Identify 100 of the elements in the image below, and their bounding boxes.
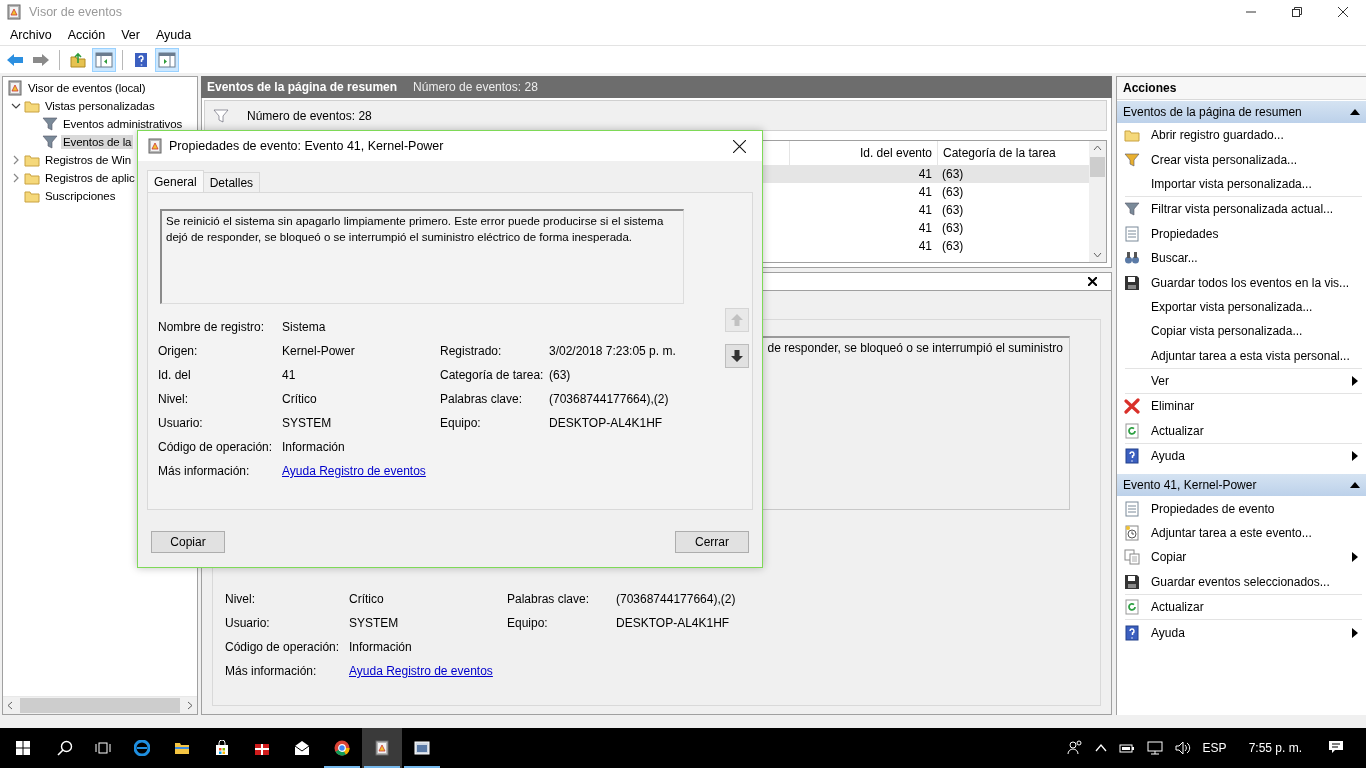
action-item[interactable]: Copiar [1117,545,1366,570]
table-cell-text: (63) [941,185,965,199]
field-label: Origen: [158,344,199,358]
folder-icon [24,170,40,186]
menu-item[interactable]: Ayuda [150,25,198,44]
action-item[interactable]: Propiedades de evento [1117,496,1366,521]
language-indicator[interactable]: ESP [1202,741,1227,755]
properties-icon [1124,225,1140,242]
tree-item[interactable]: Vistas personalizadas [3,97,157,115]
section-header[interactable]: Evento 41, Kernel-Power [1117,474,1366,497]
refresh-icon [1124,599,1140,616]
field-value: Sistema [282,320,327,334]
task-view-icon[interactable] [95,740,111,756]
search-icon[interactable] [57,740,73,756]
task-clock-icon [1124,525,1140,542]
field-value: DESKTOP-AL4K1HF [616,616,731,630]
close-icon[interactable] [1088,277,1097,286]
field-value: (70368744177664),(2) [549,392,670,406]
menu-item[interactable]: Acción [61,25,112,44]
next-event-button[interactable] [725,344,749,368]
window-app-icon[interactable] [414,740,430,756]
tab[interactable]: Detalles [202,172,261,192]
action-item[interactable]: Adjuntar tarea a este evento... [1117,520,1366,546]
close-icon[interactable] [1338,7,1348,17]
table-cell-text: (63) [941,167,965,181]
action-item[interactable]: Abrir registro guardado... [1117,123,1366,148]
menu-item[interactable]: Archivo [4,25,58,44]
browser-icon[interactable] [134,740,150,756]
pane-icon [95,51,113,68]
windows-start-icon[interactable] [15,740,31,756]
copy-button[interactable]: Copiar [151,531,225,553]
action-item[interactable]: Exportar vista personalizada... [1117,294,1366,320]
chrome-icon[interactable] [334,740,350,756]
submenu-arrow-icon [1352,627,1358,638]
action-item[interactable]: Actualizar [1117,418,1366,444]
action-item[interactable]: Guardar todos los eventos en la vis... [1117,270,1366,295]
funnel-icon [42,116,58,132]
menu-item[interactable]: Ver [115,25,146,44]
pane-toggle-button[interactable] [155,47,179,72]
clock-text[interactable]: 7:55 p. m. [1248,741,1302,755]
tree-item[interactable]: Registros de Win [3,151,133,169]
shopping-bag-icon[interactable] [214,740,230,756]
tree-item[interactable]: Eventos administrativos [3,115,185,133]
volume-icon[interactable] [1174,740,1191,756]
close-icon[interactable] [732,139,746,153]
open-folder-icon [1124,127,1140,144]
action-item[interactable]: Propiedades [1117,221,1366,246]
restore-icon[interactable] [1292,7,1302,17]
description-text: Se reinició el sistema sin apagarlo limpiamente primero. Este error puede producirse si el sistema dejó de responder, se bloqueó o se interrumpió el suministro eléctrico de forma inesperada. [166,215,664,243]
field-label: Usuario: [158,416,204,430]
tab[interactable]: General [147,170,204,192]
mail-icon[interactable] [294,740,310,756]
tree-item[interactable]: Registros de aplic [3,169,137,187]
tree-item[interactable]: Visor de eventos (local) [3,79,148,97]
back-arrow-icon [6,52,24,67]
log-book-icon [6,4,22,20]
field-value: 3/02/2018 7:23:05 p. m. [549,344,677,358]
running-indicator [404,766,440,768]
action-item[interactable]: Guardar eventos seleccionados... [1117,569,1366,595]
network-icon[interactable] [1146,740,1163,756]
action-item[interactable]: Adjuntar tarea a esta vista personal... [1117,343,1366,368]
tree-item[interactable]: Eventos de la [3,133,134,151]
action-item[interactable]: Copiar vista personalizada... [1117,319,1366,344]
help-link[interactable]: Ayuda Registro de eventos [349,664,493,678]
active-app-slot[interactable] [362,728,402,768]
action-item[interactable]: Filtrar vista personalizada actual... [1117,197,1366,222]
action-item[interactable]: Eliminar [1117,394,1366,419]
action-item[interactable]: Crear vista personalizada... [1117,147,1366,172]
tree-item[interactable]: Suscripciones [3,187,118,205]
event-count: Número de eventos: 28 [413,80,538,94]
action-item[interactable]: Actualizar [1117,595,1366,620]
log-book-icon[interactable] [374,740,390,756]
scrollbar-thumb[interactable] [20,698,180,713]
folder-icon[interactable] [174,740,190,756]
pane-toggle-button[interactable] [92,47,116,72]
action-item[interactable]: Buscar... [1117,245,1366,271]
funnel-icon [1124,201,1140,218]
section-header[interactable]: Eventos de la página de resumen [1117,101,1366,123]
field-value: Información [349,640,413,654]
scrollbar-thumb[interactable] [1090,157,1105,177]
help-icon [134,51,148,68]
notifications-icon[interactable] [1328,738,1344,755]
close-button[interactable]: Cerrar [675,531,749,553]
field-value: (63) [549,368,572,382]
action-item[interactable]: Ver [1117,368,1366,394]
funnel-icon [1124,151,1140,168]
help-icon [1124,624,1140,641]
people-icon[interactable] [1066,740,1083,756]
action-item[interactable]: Ayuda [1117,620,1366,645]
window-title: Visor de eventos [29,5,123,19]
action-item[interactable]: Ayuda [1117,444,1366,469]
field-label: Usuario: [225,616,271,630]
field-value: 41 [282,368,297,382]
field-value: (70368744177664),(2) [616,592,737,606]
chevron-up-icon[interactable] [1094,742,1107,754]
action-item[interactable]: Importar vista personalizada... [1117,171,1366,197]
help-link[interactable]: Ayuda Registro de eventos [282,464,426,478]
save-icon [1124,274,1140,291]
pane-icon [158,51,176,68]
folder-up-icon [70,51,86,68]
